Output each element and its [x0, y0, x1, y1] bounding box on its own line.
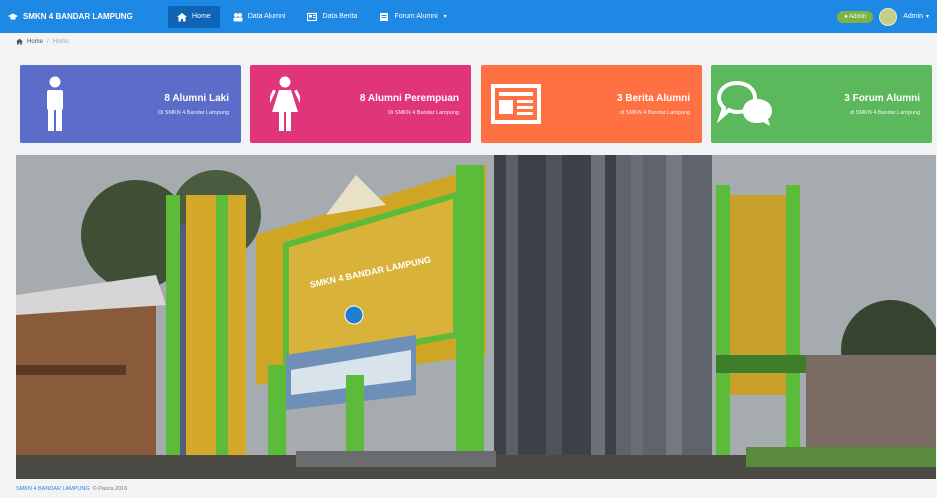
- stat-card-forum-alumni[interactable]: 3 Forum Alumni di SMKN 4 Bandar Lampung: [711, 65, 932, 143]
- breadcrumb-separator: /: [47, 38, 49, 45]
- home-icon: [177, 12, 187, 21]
- footer: SMKN 4 BANDAR LAMPUNG © Pasca 2016: [16, 486, 127, 492]
- brand-label: SMKN 4 BANDAR LAMPUNG: [23, 12, 133, 21]
- status-badge: ● Admin: [837, 10, 874, 23]
- school-building-photo: SMKN 4 BANDAR LAMPUNG: [16, 155, 936, 479]
- card-title: 8 Alumni Laki: [164, 92, 229, 104]
- brand[interactable]: SMKN 4 BANDAR LAMPUNG: [8, 12, 168, 21]
- breadcrumb-current: Home: [52, 38, 69, 45]
- avatar[interactable]: [879, 7, 898, 26]
- female-icon: [270, 76, 300, 131]
- graduation-cap-icon: [8, 13, 18, 19]
- nav-item-forum-alumni[interactable]: Forum Alumni ▾: [370, 6, 455, 28]
- home-icon: [16, 38, 23, 45]
- breadcrumb: Home / Home: [16, 38, 69, 45]
- nav-item-data-berita[interactable]: Data Berita: [298, 6, 366, 28]
- card-subtitle: Di SMKN 4 Bandar Lampung: [158, 109, 229, 116]
- card-title: 3 Forum Alumni: [844, 92, 920, 104]
- forum-icon: [380, 12, 389, 21]
- nav-item-data-alumni[interactable]: Data Alumni: [224, 6, 295, 28]
- nav-item-label: Data Berita: [322, 13, 358, 20]
- chat-bubbles-icon: [717, 80, 772, 126]
- footer-text: © Pasca 2016: [92, 486, 128, 492]
- stat-card-alumni-perempuan[interactable]: 8 Alumni Perempuan Di SMKN 4 Bandar Lamp…: [250, 65, 471, 143]
- nav-item-label: Forum Alumni: [394, 13, 438, 20]
- news-icon: [307, 12, 318, 21]
- chevron-down-icon: ▾: [925, 14, 929, 20]
- stat-card-alumni-laki[interactable]: 8 Alumni Laki Di SMKN 4 Bandar Lampung: [20, 65, 241, 143]
- footer-link[interactable]: SMKN 4 BANDAR LAMPUNG: [16, 486, 90, 492]
- newspaper-icon: [491, 84, 541, 124]
- card-title: 3 Berita Alumni: [617, 92, 690, 104]
- card-subtitle: di SMKN 4 Bandar Lampung: [619, 109, 690, 116]
- top-navbar: SMKN 4 BANDAR LAMPUNG Home Data Alumni D…: [0, 0, 937, 33]
- stat-card-berita-alumni[interactable]: 3 Berita Alumni di SMKN 4 Bandar Lampung: [481, 65, 702, 143]
- nav-item-home[interactable]: Home: [168, 5, 220, 28]
- breadcrumb-home[interactable]: Home: [27, 39, 43, 45]
- card-title: 8 Alumni Perempuan: [359, 92, 459, 104]
- male-icon: [47, 76, 63, 131]
- user-menu[interactable]: Admin ▾: [903, 13, 929, 20]
- user-name: Admin: [903, 13, 924, 20]
- nav-item-label: Data Alumni: [247, 13, 286, 20]
- users-icon: [233, 12, 243, 21]
- school-building-illustration: SMKN 4 BANDAR LAMPUNG: [16, 155, 936, 479]
- chevron-down-icon: ▾: [443, 14, 447, 20]
- card-subtitle: Di SMKN 4 Bandar Lampung: [388, 109, 459, 116]
- nav-item-label: Home: [192, 13, 211, 20]
- card-subtitle: di SMKN 4 Bandar Lampung: [849, 109, 920, 116]
